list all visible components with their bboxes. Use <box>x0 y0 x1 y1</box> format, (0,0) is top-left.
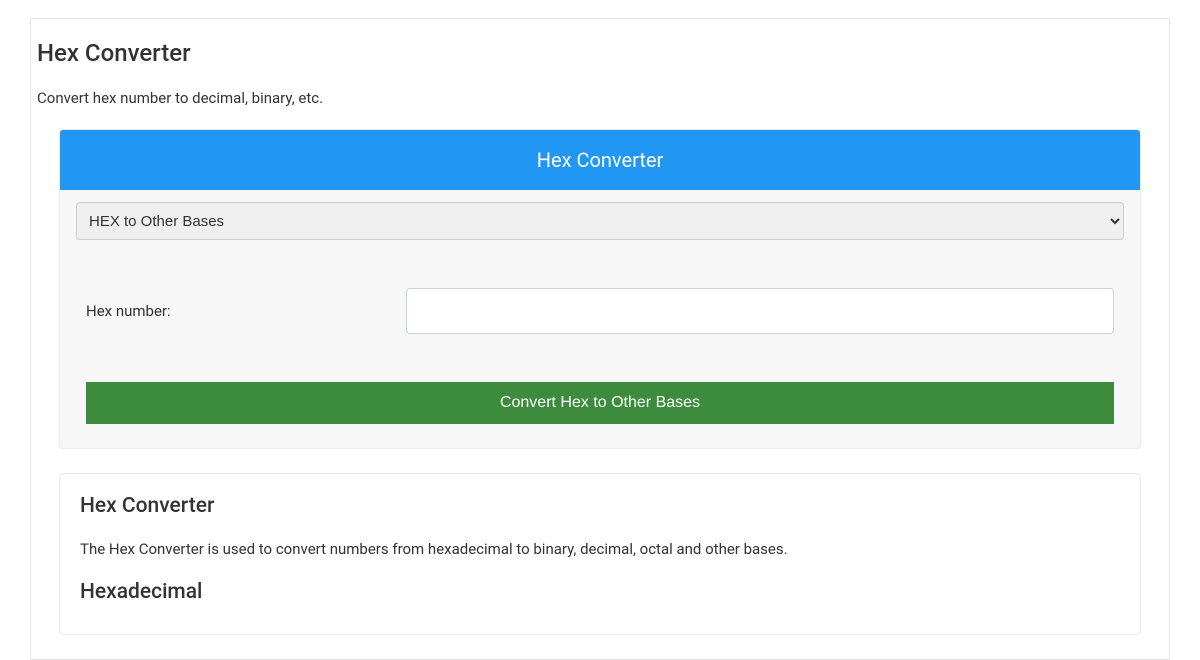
page-subtitle: Convert hex number to decimal, binary, e… <box>37 89 1163 107</box>
hex-input[interactable] <box>406 288 1114 334</box>
base-select[interactable]: HEX to Other Bases <box>76 202 1124 240</box>
info-description: The Hex Converter is used to convert num… <box>80 540 1120 558</box>
converter-card: Hex Converter HEX to Other Bases Hex num… <box>59 129 1141 449</box>
page-title: Hex Converter <box>37 19 1163 67</box>
convert-button[interactable]: Convert Hex to Other Bases <box>86 382 1114 424</box>
info-title: Hex Converter <box>80 494 1120 518</box>
converter-panel-title: Hex Converter <box>60 130 1140 190</box>
info-card: Hex Converter The Hex Converter is used … <box>59 473 1141 635</box>
hex-input-label: Hex number: <box>86 302 406 320</box>
info-subtitle: Hexadecimal <box>80 580 1120 604</box>
